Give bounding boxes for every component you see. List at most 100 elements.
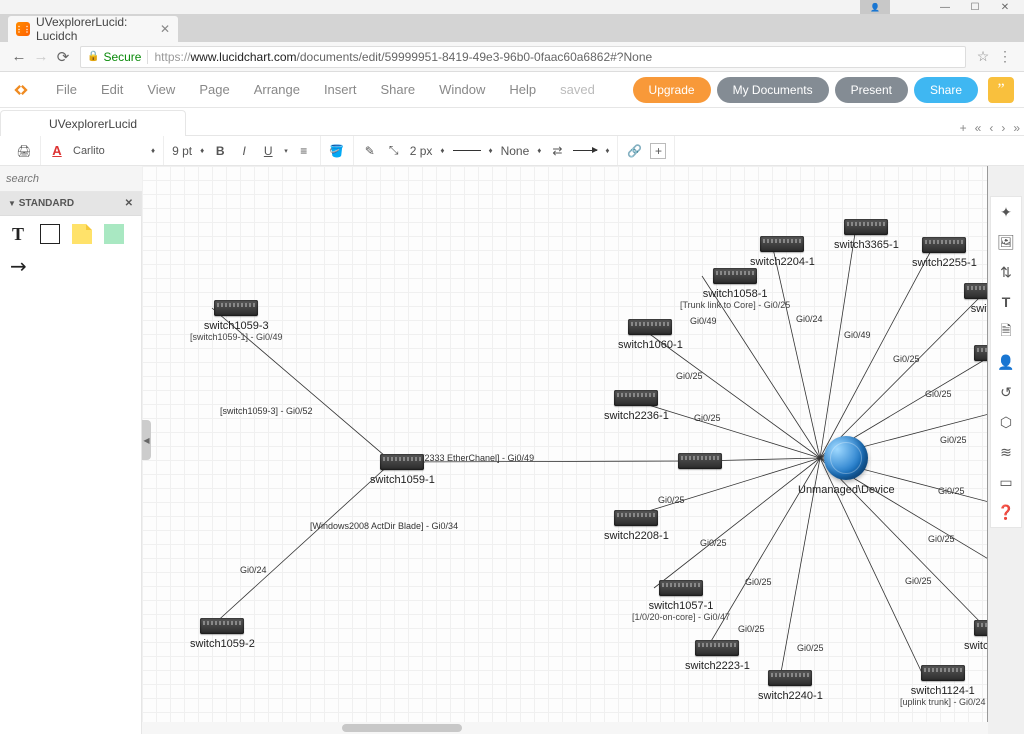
secure-text: Secure bbox=[103, 50, 141, 64]
swap-icon[interactable]: ⇄ bbox=[549, 143, 565, 159]
device-s1124[interactable]: switch1124-1[uplink trunk] - Gi0/24 bbox=[900, 665, 986, 707]
menu-arrange[interactable]: Arrange bbox=[242, 72, 312, 108]
fill-color-icon[interactable]: 🪣 bbox=[329, 143, 345, 159]
text-shape[interactable]: T bbox=[6, 222, 30, 246]
bold-button[interactable]: B bbox=[212, 143, 228, 159]
device-sX[interactable]: switch bbox=[964, 283, 988, 315]
my-documents-button[interactable]: My Documents bbox=[717, 77, 829, 103]
star-icon[interactable]: ☆ bbox=[972, 46, 994, 68]
device-s2255[interactable]: switch2255-1 bbox=[912, 237, 977, 269]
close-tab-icon[interactable]: ✕ bbox=[160, 22, 170, 36]
device-hub-n1[interactable] bbox=[678, 453, 722, 469]
back-button[interactable]: ← bbox=[8, 46, 30, 68]
first-page-button[interactable]: « bbox=[975, 121, 982, 135]
menu-edit[interactable]: Edit bbox=[89, 72, 135, 108]
device-s2223[interactable]: switch2223-1 bbox=[685, 640, 750, 672]
shapes-section-header[interactable]: ▼ STANDARD ✕ bbox=[0, 192, 141, 216]
shapes-panel: ✕ ▾ ▼ STANDARD ✕ T ↗ bbox=[0, 166, 142, 734]
device-edge1[interactable] bbox=[974, 345, 988, 361]
cube-icon[interactable]: ⬡ bbox=[997, 413, 1015, 431]
history-icon[interactable]: ↺ bbox=[997, 383, 1015, 401]
menu-view[interactable]: View bbox=[135, 72, 187, 108]
canvas[interactable]: Unmanaged\Device switch1059-3[switch1059-… bbox=[142, 166, 988, 722]
horizontal-scrollbar[interactable] bbox=[142, 722, 988, 734]
line-tool-icon[interactable]: ⤡ bbox=[386, 143, 402, 159]
comments-button[interactable]: ” bbox=[988, 77, 1014, 103]
scrollbar-thumb[interactable] bbox=[342, 724, 462, 732]
document-tab-name: UVexplorerLucid bbox=[49, 117, 137, 131]
shape-search-input[interactable] bbox=[0, 166, 155, 191]
layers-icon[interactable]: ≋ bbox=[997, 443, 1015, 461]
link-label: [Windows2008 ActDir Blade] - Gi0/34 bbox=[310, 521, 458, 531]
menu-page[interactable]: Page bbox=[187, 72, 241, 108]
device-s3365[interactable]: switch3365-1 bbox=[834, 219, 899, 251]
device-label: switch1058-1 bbox=[703, 288, 768, 300]
line-style-sample[interactable] bbox=[453, 150, 481, 151]
switch-icon bbox=[768, 670, 812, 686]
device-s2240[interactable]: switch2240-1 bbox=[758, 670, 823, 702]
document-tab[interactable]: UVexplorerLucid bbox=[0, 110, 186, 136]
present-button[interactable]: Present bbox=[835, 77, 908, 103]
align-button[interactable]: ≡ bbox=[296, 143, 312, 159]
menu-file[interactable]: File bbox=[44, 72, 89, 108]
window-minimize[interactable]: — bbox=[930, 0, 960, 14]
menu-help[interactable]: Help bbox=[497, 72, 548, 108]
device-s1059-2[interactable]: switch1059-2 bbox=[190, 618, 255, 650]
chevron-down-icon: ▼ bbox=[8, 199, 16, 208]
arrow-shape[interactable]: ↗ bbox=[6, 254, 30, 278]
present-icon[interactable]: ▭ bbox=[997, 473, 1015, 491]
window-maximize[interactable]: ☐ bbox=[960, 0, 990, 14]
menu-insert[interactable]: Insert bbox=[312, 72, 369, 108]
next-page-button[interactable]: › bbox=[1001, 121, 1005, 135]
size-icon[interactable]: ⇅ bbox=[997, 263, 1015, 281]
device-s1057[interactable]: switch1057-1[1/0/20-on-core] - Gi0/47 bbox=[632, 580, 730, 622]
rect-shape[interactable] bbox=[38, 222, 62, 246]
device-s1058[interactable]: switch1058-1[Trunk link to Core] - Gi0/2… bbox=[680, 268, 790, 310]
text-color-icon[interactable]: A bbox=[49, 143, 65, 159]
add-container-icon[interactable]: + bbox=[650, 143, 666, 159]
font-select[interactable]: Carlito bbox=[73, 145, 143, 157]
prev-page-button[interactable]: ‹ bbox=[989, 121, 993, 135]
fill-shape[interactable] bbox=[102, 222, 126, 246]
device-s2212[interactable]: switch2212-1 bbox=[964, 620, 988, 652]
text-icon[interactable]: T bbox=[997, 293, 1015, 311]
navigator-icon[interactable]: ✦ bbox=[997, 203, 1015, 221]
note-shape[interactable] bbox=[70, 222, 94, 246]
page-icon[interactable]: 🗎 bbox=[997, 323, 1015, 341]
underline-button[interactable]: U bbox=[260, 143, 276, 159]
help-icon[interactable]: ❓ bbox=[997, 503, 1015, 521]
share-button[interactable]: Share bbox=[914, 77, 978, 103]
forward-button[interactable]: → bbox=[30, 46, 52, 68]
switch-icon bbox=[628, 319, 672, 335]
upgrade-button[interactable]: Upgrade bbox=[633, 77, 711, 103]
window-close[interactable]: ✕ bbox=[990, 0, 1020, 14]
app-logo-icon[interactable] bbox=[10, 79, 32, 101]
font-size-select[interactable]: 9 pt bbox=[172, 144, 192, 158]
line-arrow-end[interactable] bbox=[573, 150, 597, 151]
hub-device[interactable]: Unmanaged\Device bbox=[798, 436, 895, 496]
app-menubar: File Edit View Page Arrange Insert Share… bbox=[0, 72, 1024, 108]
person-plus-icon[interactable]: 👤 bbox=[997, 353, 1015, 371]
line-width-select[interactable]: 2 px bbox=[410, 144, 433, 158]
add-page-button[interactable]: + bbox=[960, 121, 967, 135]
last-page-button[interactable]: » bbox=[1013, 121, 1020, 135]
device-s2208[interactable]: switch2208-1 bbox=[604, 510, 669, 542]
more-icon[interactable]: ⋮ bbox=[994, 46, 1016, 68]
close-section-icon[interactable]: ✕ bbox=[125, 198, 133, 209]
line-color-icon[interactable]: ✎ bbox=[362, 143, 378, 159]
images-icon[interactable]: 🖼 bbox=[997, 233, 1015, 251]
menu-window[interactable]: Window bbox=[427, 72, 497, 108]
menu-share[interactable]: Share bbox=[368, 72, 427, 108]
link-icon[interactable]: 🔗 bbox=[626, 143, 642, 159]
paint-format-icon[interactable]: 🖨 bbox=[16, 143, 32, 159]
device-s1060[interactable]: switch1060-1 bbox=[618, 319, 683, 351]
collapse-sidebar-handle[interactable]: ◀ bbox=[142, 420, 151, 460]
device-s1059-3[interactable]: switch1059-3[switch1059-1] - Gi0/49 bbox=[190, 300, 283, 342]
reload-button[interactable]: ⟳ bbox=[52, 46, 74, 68]
browser-tab[interactable]: ⋮⋮ UVexplorerLucid: Lucidch ✕ bbox=[8, 16, 178, 42]
device-s2236[interactable]: switch2236-1 bbox=[604, 390, 669, 422]
url-field[interactable]: 🔒Secure https://www.lucidchart.com/docum… bbox=[80, 46, 966, 68]
line-arrow-start[interactable]: None bbox=[501, 144, 530, 158]
device-s2204[interactable]: switch2204-1 bbox=[750, 236, 815, 268]
italic-button[interactable]: I bbox=[236, 143, 252, 159]
